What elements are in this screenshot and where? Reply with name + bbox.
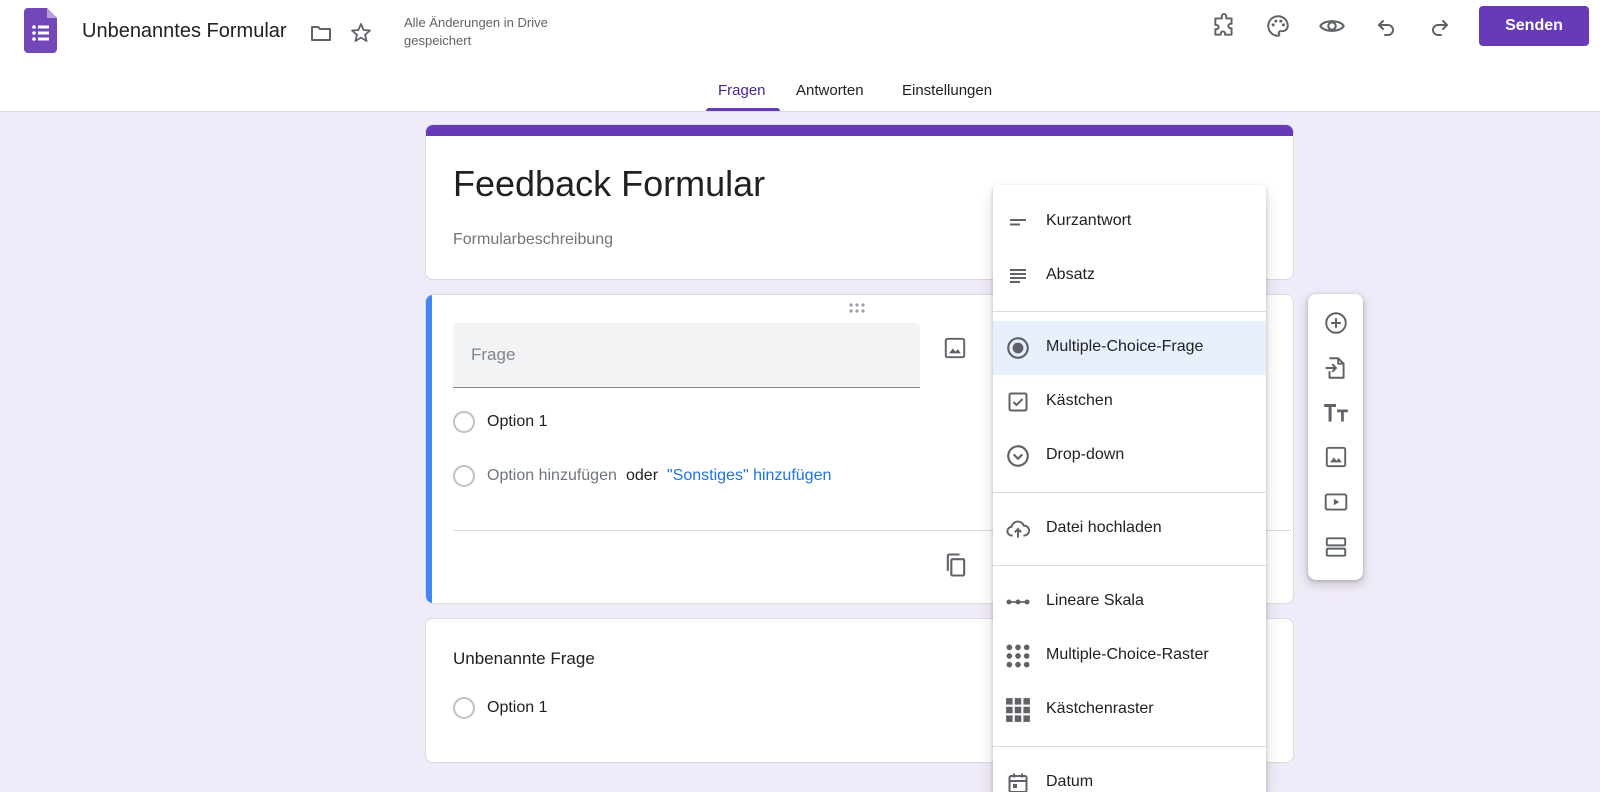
menu-separator [993,492,1266,493]
tab-bar: Fragen Antworten Einstellungen [0,78,1600,112]
addon-icon[interactable] [1208,10,1240,42]
duplicate-icon[interactable] [942,551,970,579]
add-image-icon[interactable] [942,335,968,361]
menu-item-checkboxes[interactable]: Kästchen [993,375,1266,429]
option-label: Option 1 [487,699,548,716]
short-answer-icon [1005,209,1031,235]
menu-item-label: Kästchen [1046,392,1113,409]
menu-item-label: Datei hochladen [1046,519,1162,536]
question-title-input[interactable]: Frage [453,323,920,388]
forms-logo-icon[interactable] [24,8,57,53]
radio-icon [1005,335,1031,361]
menu-item-paragraph[interactable]: Absatz [993,249,1266,303]
or-text: oder [626,467,659,484]
menu-item-file-upload[interactable]: Datei hochladen [993,502,1266,556]
preview-icon[interactable] [1316,10,1348,42]
top-header: Unbenanntes Formular Alle Änderungen in … [0,0,1600,112]
menu-separator [993,311,1266,312]
drag-handle-icon[interactable] [848,302,870,314]
add-section-icon[interactable] [1321,532,1351,562]
menu-item-label: Multiple-Choice-Raster [1046,646,1209,663]
checkbox-icon [1005,389,1031,415]
menu-item-label: Multiple-Choice-Frage [1046,338,1204,355]
menu-item-date[interactable]: Datum [993,756,1266,792]
add-question-icon[interactable] [1321,308,1351,338]
calendar-icon [1005,770,1031,792]
title-accent-bar [426,125,1293,136]
add-option-radio-icon [453,465,475,487]
form-description-field[interactable]: Formularbeschreibung [453,231,613,249]
tab-responses[interactable]: Antworten [796,82,864,99]
undo-icon[interactable] [1370,10,1402,42]
palette-icon[interactable] [1262,10,1294,42]
checkbox-grid-icon [1005,697,1031,723]
redo-icon[interactable] [1424,10,1456,42]
menu-item-label: Absatz [1046,266,1095,283]
menu-item-checkbox-grid[interactable]: Kästchenraster [993,683,1266,737]
floating-toolbar [1308,294,1363,580]
menu-item-multiple-choice[interactable]: Multiple-Choice-Frage [993,321,1266,375]
menu-separator [993,565,1266,566]
active-question-indicator [426,295,432,603]
option-radio-icon [453,697,475,719]
paragraph-icon [1005,263,1031,289]
menu-separator [993,746,1266,747]
option-1-input[interactable]: Option 1 [487,413,547,431]
tab-settings[interactable]: Einstellungen [902,82,992,99]
form-title[interactable]: Feedback Formular [453,163,765,205]
menu-item-label: Datum [1046,773,1094,790]
active-tab-indicator [706,108,780,111]
dropdown-icon [1005,443,1031,469]
import-questions-icon[interactable] [1321,353,1351,383]
menu-item-label: Kästchenraster [1046,700,1154,717]
menu-item-linear-scale[interactable]: Lineare Skala [993,575,1266,629]
add-other-button[interactable]: "Sonstiges" hinzufügen [667,467,831,485]
question-placeholder: Frage [471,345,516,364]
menu-item-short-answer[interactable]: Kurzantwort [993,195,1266,249]
folder-icon[interactable] [308,20,334,46]
question-title: Unbenannte Frage [453,649,595,668]
menu-item-dropdown[interactable]: Drop-down [993,429,1266,483]
send-button[interactable]: Senden [1479,6,1589,46]
save-status: Alle Änderungen in Drive gespeichert [404,15,548,48]
star-icon[interactable] [348,20,374,46]
linear-scale-icon [1005,589,1031,615]
add-video-icon[interactable] [1321,487,1351,517]
add-image-icon[interactable] [1321,442,1351,472]
menu-item-label: Drop-down [1046,446,1125,463]
mc-grid-icon [1005,643,1031,669]
add-option-button[interactable]: Option hinzufügen [487,467,617,485]
question-type-menu: Kurzantwort Absatz Multiple-Choice-Frage… [993,185,1266,792]
option-radio-icon [453,411,475,433]
add-title-icon[interactable] [1321,398,1351,428]
document-title[interactable]: Unbenanntes Formular [82,20,287,43]
tab-questions[interactable]: Fragen [718,82,766,99]
upload-cloud-icon [1005,516,1031,542]
menu-item-label: Lineare Skala [1046,592,1144,609]
menu-item-mc-grid[interactable]: Multiple-Choice-Raster [993,629,1266,683]
menu-item-label: Kurzantwort [1046,212,1132,229]
